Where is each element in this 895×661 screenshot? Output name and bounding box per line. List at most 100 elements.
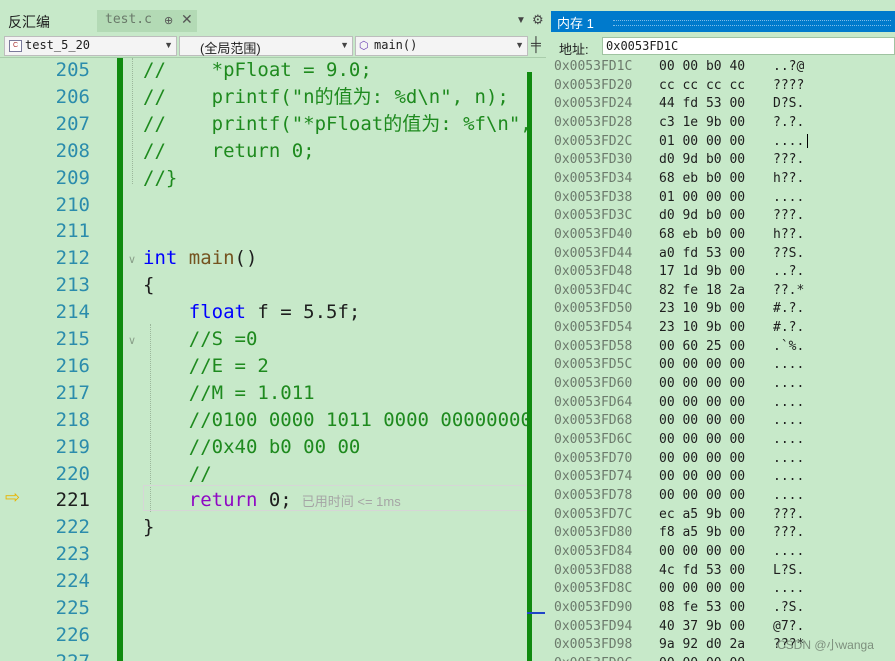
memory-row-address[interactable]: 0x0053FD48 <box>554 263 632 281</box>
code-line[interactable]: 227 <box>0 650 527 661</box>
memory-row-address[interactable]: 0x0053FD28 <box>554 114 632 132</box>
line-number[interactable]: 227 <box>44 650 90 661</box>
execution-pointer-icon[interactable]: ⇨ <box>5 487 20 508</box>
memory-row-ascii[interactable]: .... <box>773 412 804 430</box>
code-text[interactable]: // *pFloat = 9.0; <box>143 58 372 82</box>
memory-row-bytes[interactable]: 01 00 00 00 <box>659 133 745 151</box>
code-line[interactable]: 207 // printf("*pFloat的值为: %f\n", *pFloat… <box>0 112 527 139</box>
memory-row-ascii[interactable]: .... <box>773 189 804 207</box>
memory-row-bytes[interactable]: 4c fd 53 00 <box>659 562 745 580</box>
line-number[interactable]: 210 <box>44 193 90 217</box>
code-line[interactable]: 215 //S =0 <box>0 327 527 354</box>
memory-row-address[interactable]: 0x0053FD24 <box>554 95 632 113</box>
memory-row-ascii[interactable]: .... <box>773 375 804 393</box>
memory-row[interactable]: 0x0053FD1C 00 00 b0 40 ..?@ <box>551 58 895 77</box>
memory-row-ascii[interactable]: ?.?. <box>773 114 804 132</box>
memory-row-address[interactable]: 0x0053FD1C <box>554 58 632 76</box>
memory-row[interactable]: 0x0053FD38 01 00 00 00.... <box>551 189 895 208</box>
memory-row-bytes[interactable]: 00 00 00 00 <box>659 450 745 468</box>
memory-row-bytes[interactable]: a0 fd 53 00 <box>659 245 745 263</box>
code-text[interactable]: } <box>143 515 154 539</box>
memory-row-bytes[interactable]: d0 9d b0 00 <box>659 207 745 225</box>
memory-grid[interactable]: 0x0053FD1C 00 00 b0 40 ..?@ 0x0053FD20 cc cc… <box>551 58 895 661</box>
memory-row-ascii[interactable]: h??. <box>773 170 804 188</box>
memory-row[interactable]: 0x0053FD68 00 00 00 00.... <box>551 412 895 431</box>
line-number[interactable]: 206 <box>44 85 90 109</box>
code-line[interactable]: 206 // printf("n的值为: %d\n", n); <box>0 85 527 112</box>
memory-row-bytes[interactable]: 23 10 9b 00 <box>659 300 745 318</box>
memory-row-address[interactable]: 0x0053FD40 <box>554 226 632 244</box>
code-line[interactable]: 214 float f = 5.5f; <box>0 300 527 327</box>
code-line[interactable]: 212 int main() <box>0 246 527 273</box>
line-number[interactable]: 216 <box>44 354 90 378</box>
code-line[interactable]: 217 //M = 1.011 <box>0 381 527 408</box>
memory-row-address[interactable]: 0x0053FD30 <box>554 151 632 169</box>
memory-row-bytes[interactable]: 23 10 9b 00 <box>659 319 745 337</box>
memory-row-bytes[interactable]: 00 00 00 00 <box>659 580 745 598</box>
memory-row-ascii[interactable]: .... <box>773 431 804 449</box>
code-line[interactable]: 226 <box>0 623 527 650</box>
code-line[interactable]: 225 <box>0 596 527 623</box>
code-line[interactable]: 219 //0x40 b0 00 00 <box>0 435 527 462</box>
line-number[interactable]: 209 <box>44 166 90 190</box>
memory-row-ascii[interactable]: .... <box>773 468 804 486</box>
line-number[interactable]: 215 <box>44 327 90 351</box>
code-line[interactable]: 224 <box>0 569 527 596</box>
memory-row-bytes[interactable]: 00 00 00 00 <box>659 655 745 661</box>
memory-row-bytes[interactable]: 08 fe 53 00 <box>659 599 745 617</box>
memory-row-ascii[interactable]: .... <box>773 450 804 468</box>
memory-row[interactable]: 0x0053FD58 00 60 25 00 .`%. <box>551 338 895 357</box>
memory-row-bytes[interactable]: 00 00 00 00 <box>659 468 745 486</box>
code-text[interactable]: //0x40 b0 00 00 <box>143 435 361 459</box>
memory-row-address[interactable]: 0x0053FD2C <box>554 133 632 151</box>
memory-row[interactable]: 0x0053FD24 44 fd 53 00 D?S. <box>551 95 895 114</box>
memory-row-bytes[interactable]: f8 a5 9b 00 <box>659 524 745 542</box>
memory-row-address[interactable]: 0x0053FD8C <box>554 580 632 598</box>
split-window-icon[interactable]: ╪ <box>531 36 541 52</box>
code-line[interactable]: 209 //} <box>0 166 527 193</box>
close-icon[interactable]: ✕ <box>181 11 193 28</box>
memory-row[interactable]: 0x0053FD74 00 00 00 00.... <box>551 468 895 487</box>
memory-row[interactable]: 0x0053FD88 4c fd 53 00 L?S. <box>551 562 895 581</box>
line-number[interactable]: 226 <box>44 623 90 647</box>
memory-row[interactable]: 0x0053FD44 a0 fd 53 00 ??S. <box>551 245 895 264</box>
memory-row-bytes[interactable]: cc cc cc cc <box>659 77 745 95</box>
memory-row-address[interactable]: 0x0053FD44 <box>554 245 632 263</box>
memory-row-address[interactable]: 0x0053FD64 <box>554 394 632 412</box>
memory-row-bytes[interactable]: d0 9d b0 00 <box>659 151 745 169</box>
memory-row[interactable]: 0x0053FD5C 00 00 00 00.... <box>551 356 895 375</box>
code-line[interactable]: 211 <box>0 219 527 246</box>
tab-list-dropdown-icon[interactable]: ▼ <box>516 15 526 26</box>
memory-row-ascii[interactable]: ???. <box>773 151 804 169</box>
memory-row-address[interactable]: 0x0053FD80 <box>554 524 632 542</box>
code-text[interactable]: int main() <box>143 246 257 270</box>
code-text[interactable]: //} <box>143 166 177 190</box>
gear-icon[interactable]: ⚙ <box>532 12 544 28</box>
memory-row-bytes[interactable]: 00 00 00 00 <box>659 356 745 374</box>
code-text[interactable]: { <box>143 273 154 297</box>
memory-row-ascii[interactable]: L?S. <box>773 562 804 580</box>
memory-row-ascii[interactable]: .?S. <box>773 599 804 617</box>
line-number[interactable]: 207 <box>44 112 90 136</box>
memory-row-address[interactable]: 0x0053FD74 <box>554 468 632 486</box>
memory-row[interactable]: 0x0053FD84 00 00 00 00.... <box>551 543 895 562</box>
code-text[interactable]: //S =0 <box>143 327 258 351</box>
memory-row-ascii[interactable]: ???. <box>773 506 804 524</box>
code-text[interactable]: // return 0; <box>143 139 315 163</box>
line-number[interactable]: 212 <box>44 246 90 270</box>
memory-row-ascii[interactable]: ??S. <box>773 245 804 263</box>
line-number[interactable]: 208 <box>44 139 90 163</box>
memory-row-address[interactable]: 0x0053FD78 <box>554 487 632 505</box>
memory-row-ascii[interactable]: .... <box>773 655 804 661</box>
memory-row[interactable]: 0x0053FD8C 00 00 00 00.... <box>551 580 895 599</box>
memory-row[interactable]: 0x0053FD80 f8 a5 9b 00???. <box>551 524 895 543</box>
code-line[interactable]: 210 <box>0 193 527 220</box>
line-number[interactable]: 220 <box>44 462 90 486</box>
line-number[interactable]: 218 <box>44 408 90 432</box>
code-line[interactable]: 222} <box>0 515 527 542</box>
memory-row-ascii[interactable]: ..?@ <box>773 58 804 76</box>
memory-row-ascii[interactable]: .`%. <box>773 338 804 356</box>
memory-row[interactable]: 0x0053FD4C 82 fe 18 2a ??.* <box>551 282 895 301</box>
memory-row-ascii[interactable]: #.?. <box>773 319 804 337</box>
memory-row-ascii[interactable]: ???? <box>773 77 804 95</box>
